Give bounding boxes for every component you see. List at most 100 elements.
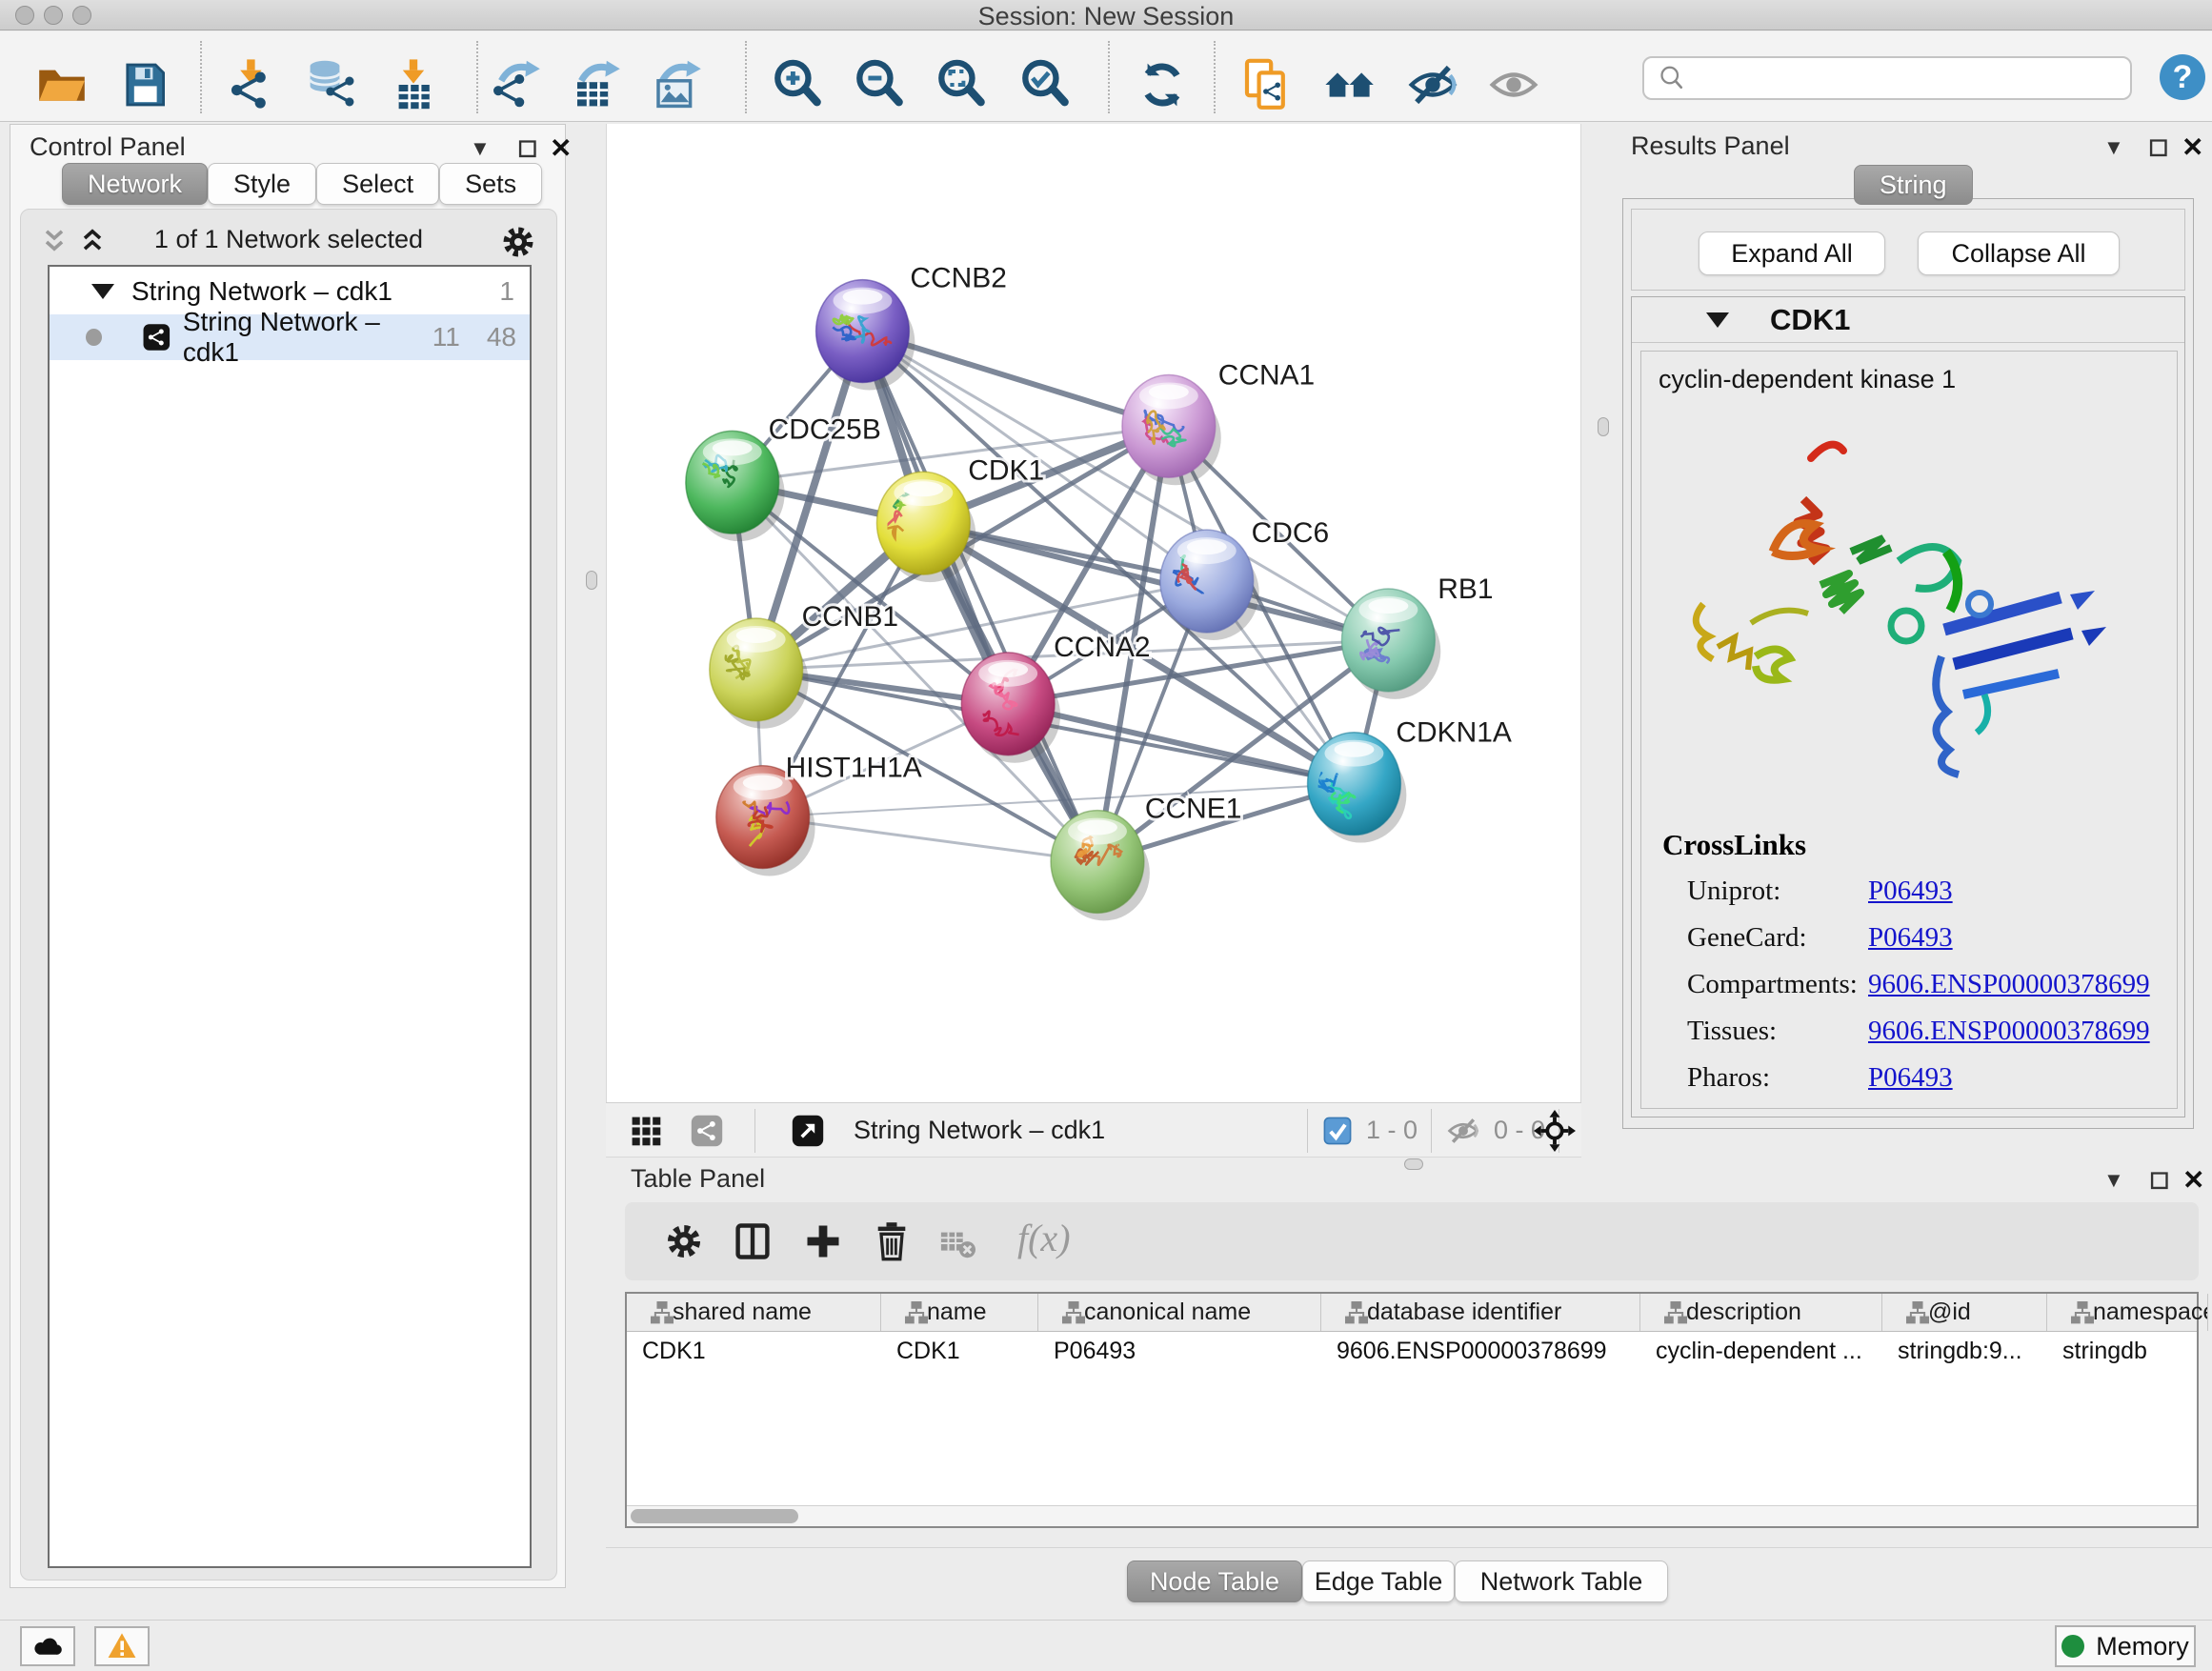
memory-button[interactable]: Memory — [2055, 1625, 2196, 1667]
add-column-icon[interactable] — [802, 1220, 844, 1262]
tab-network-table[interactable]: Network Table — [1455, 1560, 1668, 1602]
control-panel: Control Panel ▼ ◻ ✕ NetworkStyleSelectSe… — [10, 124, 566, 1588]
string-network-graph[interactable]: CCNB2CCNA1CDC25BCDK1CDC6RB1CCNB1CCNA2CDK… — [607, 124, 1580, 1102]
crosslink-link[interactable]: P06493 — [1868, 1062, 1953, 1094]
show-columns-icon[interactable] — [732, 1220, 774, 1262]
network-options-gear-icon[interactable] — [499, 223, 537, 261]
crosslink-link[interactable]: 9606.ENSP00000378699 — [1868, 969, 2150, 1000]
table-cell[interactable]: P06493 — [1038, 1332, 1321, 1370]
left-splitter-handle[interactable] — [586, 571, 597, 590]
network-node-CDK1[interactable]: CDK1 — [872, 454, 1044, 582]
network-node-CDKN1A[interactable]: CDKN1A — [1308, 717, 1512, 843]
network-overview-icon[interactable] — [690, 1114, 724, 1148]
help-icon[interactable]: ? — [2160, 54, 2205, 100]
pan-crosshair-icon[interactable] — [1534, 1110, 1576, 1152]
export-network-icon[interactable] — [491, 58, 544, 111]
panel-float-icon[interactable]: ◻ — [2148, 131, 2169, 161]
tab-style[interactable]: Style — [208, 163, 316, 205]
main-toolbar: ? — [0, 31, 2212, 122]
cloud-status-button[interactable] — [20, 1626, 75, 1666]
function-builder-icon[interactable]: f(x) — [1017, 1216, 1071, 1260]
collapse-arrow-icon[interactable] — [91, 284, 114, 299]
export-table-icon[interactable] — [571, 58, 624, 111]
grid-view-icon[interactable] — [629, 1114, 663, 1148]
zoom-fit-icon[interactable] — [935, 58, 989, 111]
network-node-CCNB2[interactable]: CCNB2 — [816, 263, 1007, 391]
tab-string[interactable]: String — [1854, 165, 1973, 205]
column-header-description[interactable]: description — [1640, 1294, 1882, 1331]
search-box[interactable] — [1642, 56, 2132, 100]
selected-checkbox-icon[interactable] — [1322, 1116, 1353, 1146]
table-cell[interactable]: 9606.ENSP00000378699 — [1321, 1332, 1640, 1370]
table-cell[interactable]: cyclin-dependent ... — [1640, 1332, 1882, 1370]
tab-sets[interactable]: Sets — [439, 163, 542, 205]
crosslink-link[interactable]: 9606.ENSP00000378699 — [1868, 1016, 2150, 1047]
table-settings-gear-icon[interactable] — [663, 1220, 705, 1262]
table-cell[interactable]: stringdb — [2047, 1332, 2208, 1370]
node-label-CCNA1: CCNA1 — [1218, 359, 1315, 391]
open-in-new-window-icon[interactable] — [791, 1114, 825, 1148]
hide-unselected-icon[interactable] — [1406, 58, 1459, 111]
panel-float-icon[interactable]: ◻ — [2149, 1164, 2170, 1194]
network-node-RB1[interactable]: RB1 — [1341, 574, 1493, 699]
first-neighbors-icon[interactable] — [1324, 58, 1377, 111]
crosslink-link[interactable]: P06493 — [1868, 876, 1953, 907]
panel-menu-icon[interactable]: ▼ — [2103, 135, 2124, 160]
table-row[interactable]: CDK1CDK1P064939606.ENSP00000378699cyclin… — [627, 1332, 2197, 1370]
panel-close-icon[interactable]: ✕ — [550, 132, 572, 164]
zoom-selected-icon[interactable] — [1019, 58, 1073, 111]
clone-network-icon[interactable] — [1240, 58, 1294, 111]
table-cell[interactable]: CDK1 — [627, 1332, 881, 1370]
collapse-all-button[interactable]: Collapse All — [1918, 232, 2120, 275]
bottom-splitter-handle[interactable] — [1404, 1158, 1423, 1170]
column-header-namespace[interactable]: namespace — [2047, 1294, 2208, 1331]
scrollbar-thumb[interactable] — [631, 1509, 798, 1523]
panel-menu-icon[interactable]: ▼ — [470, 136, 491, 161]
column-header-@id[interactable]: @id — [1882, 1294, 2047, 1331]
column-header-database-identifier[interactable]: database identifier — [1321, 1294, 1640, 1331]
import-network-icon[interactable] — [223, 58, 276, 111]
import-table-icon[interactable] — [387, 58, 440, 111]
show-all-icon[interactable] — [1487, 58, 1540, 111]
open-file-icon[interactable] — [35, 58, 89, 111]
search-input[interactable] — [1696, 59, 2130, 97]
crosslink-link[interactable]: P06493 — [1868, 922, 1953, 954]
panel-float-icon[interactable]: ◻ — [517, 132, 538, 162]
gene-card-header[interactable]: CDK1 — [1632, 297, 2184, 343]
collapse-arrow-icon[interactable] — [1706, 312, 1729, 328]
network-node-CCNE1[interactable]: CCNE1 — [1051, 794, 1241, 921]
network-node-CCNA1[interactable]: CCNA1 — [1122, 359, 1315, 485]
tab-edge-table[interactable]: Edge Table — [1302, 1560, 1455, 1602]
warnings-button[interactable] — [94, 1626, 150, 1666]
export-image-icon[interactable] — [652, 58, 705, 111]
string-results-container: Expand All Collapse All CDK1 cyclin-depe… — [1622, 198, 2194, 1129]
zoom-in-icon[interactable] — [772, 58, 825, 111]
crosslink-label: Uniprot: — [1687, 876, 1868, 907]
column-header-shared-name[interactable]: shared name — [627, 1294, 881, 1331]
column-header-canonical-name[interactable]: canonical name — [1038, 1294, 1321, 1331]
panel-close-icon[interactable]: ✕ — [2182, 1164, 2204, 1196]
table-cell[interactable]: stringdb:9... — [1882, 1332, 2047, 1370]
right-splitter-handle[interactable] — [1598, 417, 1609, 436]
panel-close-icon[interactable]: ✕ — [2182, 131, 2203, 163]
save-icon[interactable] — [118, 58, 171, 111]
zoom-out-icon[interactable] — [854, 58, 907, 111]
network-row-selected[interactable]: String Network – cdk1 11 48 — [50, 314, 530, 360]
tab-network[interactable]: Network — [62, 163, 208, 205]
app-statusbar: Memory — [0, 1620, 2212, 1671]
tab-node-table[interactable]: Node Table — [1127, 1560, 1302, 1602]
tab-select[interactable]: Select — [316, 163, 439, 205]
delete-column-icon[interactable] — [871, 1220, 913, 1262]
window-titlebar: Session: New Session — [0, 0, 2212, 30]
panel-menu-icon[interactable]: ▼ — [2103, 1168, 2124, 1193]
column-header-name[interactable]: name — [881, 1294, 1038, 1331]
network-canvas[interactable]: CCNB2CCNA1CDC25BCDK1CDC6RB1CCNB1CCNA2CDK… — [606, 124, 1581, 1102]
horizontal-scrollbar[interactable] — [627, 1505, 2197, 1526]
delete-table-icon[interactable] — [939, 1225, 975, 1261]
column-type-icon — [1894, 1300, 1919, 1325]
table-cell[interactable]: CDK1 — [881, 1332, 1038, 1370]
hidden-eye-icon[interactable] — [1446, 1114, 1480, 1148]
expand-all-button[interactable]: Expand All — [1699, 232, 1885, 275]
refresh-icon[interactable] — [1136, 58, 1189, 111]
import-database-icon[interactable] — [305, 58, 358, 111]
